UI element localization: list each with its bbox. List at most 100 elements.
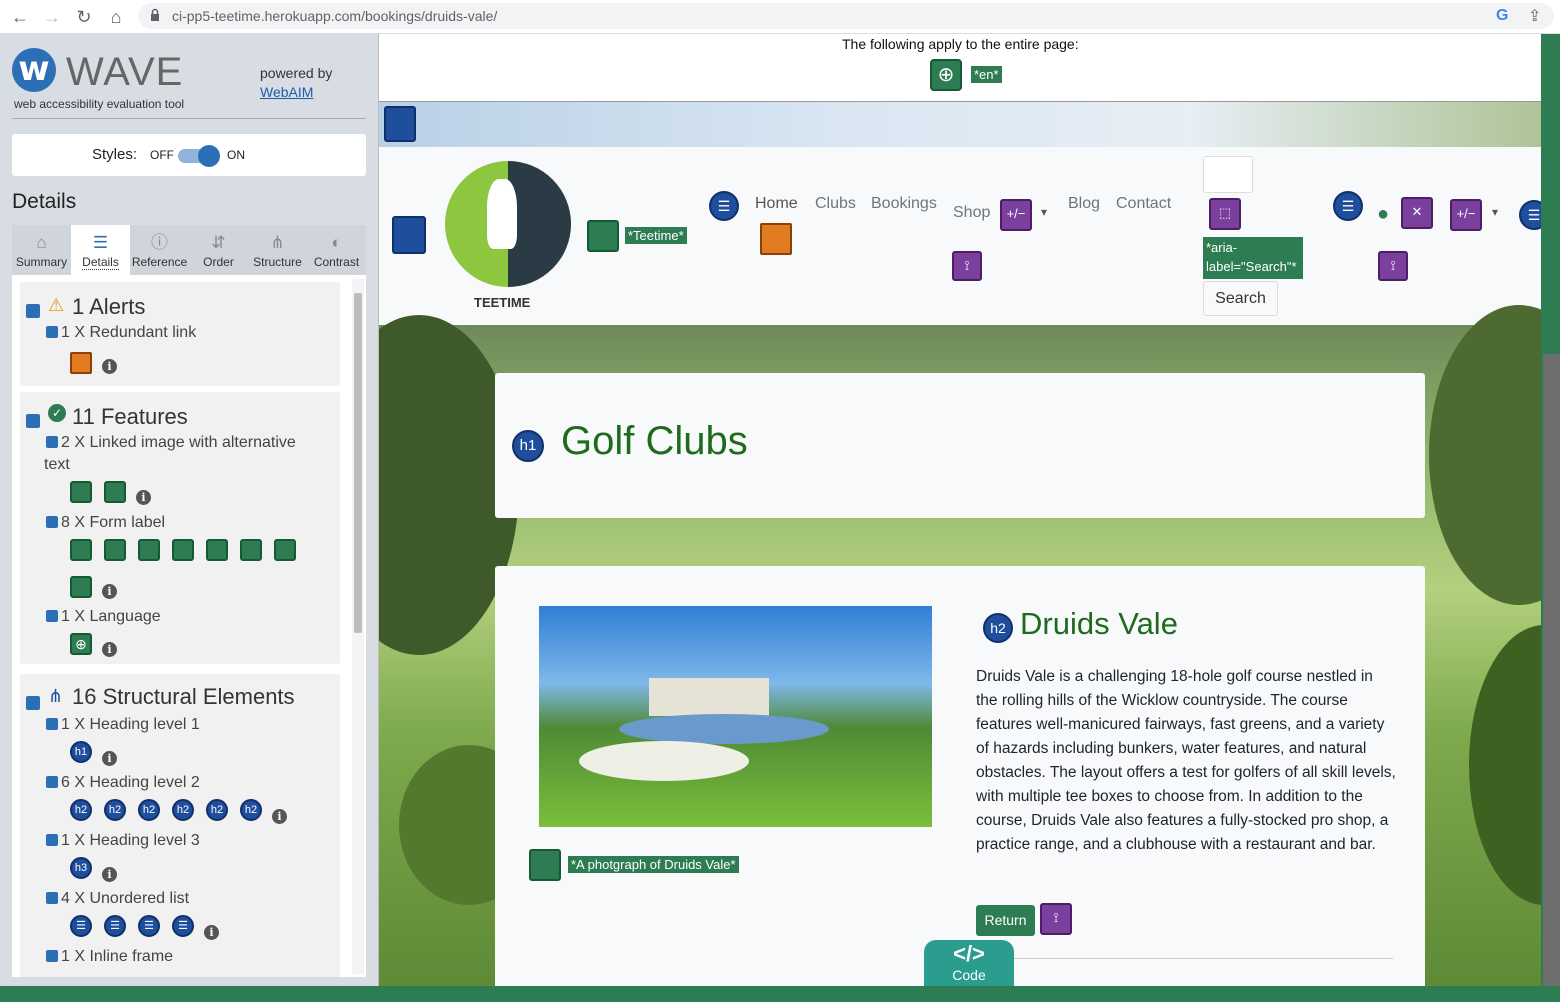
info-icon[interactable]: i <box>102 584 117 599</box>
info-icon[interactable]: i <box>102 642 117 657</box>
list-icon[interactable]: ☰ <box>709 191 739 221</box>
form-label-tag-icon[interactable] <box>104 539 126 561</box>
info-icon[interactable]: i <box>102 359 117 374</box>
linked-image-icon[interactable] <box>70 481 92 503</box>
nav-contact[interactable]: Contact <box>1116 195 1171 213</box>
linked-image-icon[interactable] <box>587 220 619 252</box>
expand-collapse-icon[interactable]: +/− <box>1450 199 1482 231</box>
info-icon[interactable]: i <box>102 867 117 882</box>
reload-icon[interactable]: ↻ <box>72 5 96 29</box>
nav-blog[interactable]: Blog <box>1068 195 1100 213</box>
webaim-link[interactable]: WebAIM <box>260 84 313 100</box>
alerts-checkbox[interactable] <box>26 304 40 318</box>
aria-icon[interactable]: ⟟ <box>1040 903 1072 935</box>
search-button[interactable]: Search <box>1203 281 1278 316</box>
h2-icon[interactable]: h2 <box>70 799 92 821</box>
form-label-tag-icon[interactable] <box>274 539 296 561</box>
photo-alt-label: *A photgraph of Druids Vale* <box>568 856 739 873</box>
search-input[interactable] <box>1203 156 1253 193</box>
document-icon[interactable] <box>384 106 416 142</box>
expand-collapse-icon[interactable]: +/− <box>1000 199 1032 231</box>
aria-hidden-icon[interactable]: ✕ <box>1401 197 1433 229</box>
home-icon[interactable]: ⌂ <box>104 5 128 29</box>
info-icon[interactable]: i <box>102 751 117 766</box>
caret-down-icon[interactable]: ▾ <box>1041 205 1047 219</box>
powered-by: powered by WebAIM <box>260 64 332 102</box>
tab-reference[interactable]: ⓘ Reference <box>130 225 189 275</box>
h2-icon[interactable]: h2 <box>172 799 194 821</box>
header-region-icon[interactable] <box>392 216 426 254</box>
inline-frame-checkbox[interactable] <box>46 949 58 962</box>
linked-image-icon[interactable] <box>104 481 126 503</box>
nav-clubs[interactable]: Clubs <box>815 195 856 213</box>
info-icon[interactable]: i <box>204 925 219 940</box>
tab-details[interactable]: ☰ Details <box>71 225 130 275</box>
redundant-link-icon[interactable] <box>70 352 92 374</box>
list-icon[interactable]: ☰ <box>70 915 92 937</box>
code-toggle-tab[interactable]: </> Code <box>924 940 1014 986</box>
h2-icon[interactable]: h2 <box>240 799 262 821</box>
h3-icon[interactable]: h3 <box>70 857 92 879</box>
back-arrow-icon[interactable]: ← <box>8 5 32 29</box>
language-globe-icon[interactable]: ⊕ <box>930 59 962 91</box>
panel-scrollbar[interactable] <box>352 279 364 974</box>
caret-down-icon[interactable]: ▾ <box>1492 205 1498 219</box>
h1-icon[interactable]: h1 <box>70 741 92 763</box>
list-icon[interactable]: ☰ <box>138 915 160 937</box>
styles-toggle-knob[interactable] <box>198 145 220 167</box>
aria-icon[interactable]: ⟟ <box>1378 251 1408 281</box>
bottom-bar <box>0 986 1560 1002</box>
linked-image-icon[interactable] <box>529 849 561 881</box>
h1-icon[interactable]: h1 <box>512 430 544 462</box>
teetime-logo[interactable] <box>445 161 571 287</box>
styles-on-label: ON <box>227 148 245 162</box>
address-bar[interactable]: ci-pp5-teetime.herokuapp.com/bookings/dr… <box>138 3 1554 29</box>
list-icon[interactable]: ☰ <box>172 915 194 937</box>
list-icon[interactable]: ☰ <box>1333 191 1363 221</box>
page-scrollbar[interactable] <box>1541 34 1560 986</box>
tab-contrast[interactable]: ◐ Contrast <box>307 225 366 275</box>
form-label-checkbox[interactable] <box>46 515 58 528</box>
h2-icon[interactable]: h2 <box>138 799 160 821</box>
list-icon[interactable]: ☰ <box>104 915 126 937</box>
tab-structure[interactable]: ⋔ Structure <box>248 225 307 275</box>
form-label-tag-icon[interactable] <box>206 539 228 561</box>
h2-icon[interactable]: h2 <box>104 799 126 821</box>
structure-checkbox[interactable] <box>26 696 40 710</box>
unordered-list-checkbox[interactable] <box>46 891 58 904</box>
heading-3-checkbox[interactable] <box>46 833 58 846</box>
nav-home[interactable]: Home <box>755 195 798 213</box>
forward-arrow-icon[interactable]: → <box>40 5 64 29</box>
language-label: *en* <box>971 66 1002 83</box>
heading-1-checkbox[interactable] <box>46 717 58 730</box>
form-label-tag-icon[interactable] <box>70 539 92 561</box>
nav-bookings[interactable]: Bookings <box>871 195 937 213</box>
language-globe-icon[interactable]: ⊕ <box>70 633 92 655</box>
structure-icon: ⋔ <box>48 686 64 706</box>
google-icon[interactable]: G <box>1496 7 1508 25</box>
form-label-tag-icon[interactable] <box>240 539 262 561</box>
list-icon[interactable]: ☰ <box>1519 200 1541 230</box>
linked-image-checkbox[interactable] <box>46 435 58 448</box>
form-label-tag-icon[interactable] <box>70 576 92 598</box>
language-checkbox[interactable] <box>46 609 58 622</box>
return-button[interactable]: Return <box>976 905 1035 936</box>
heading-2-checkbox[interactable] <box>46 775 58 788</box>
aria-label-icon[interactable]: ⬚ <box>1209 198 1241 230</box>
scrollbar-thumb[interactable] <box>354 293 362 633</box>
tab-summary[interactable]: ⌂ Summary <box>12 225 71 275</box>
redundant-link-checkbox[interactable] <box>46 325 58 338</box>
aria-icon[interactable]: ⟟ <box>952 251 982 281</box>
user-icon[interactable]: ● <box>1377 203 1389 226</box>
redundant-link-icon[interactable] <box>760 223 792 255</box>
form-label-tag-icon[interactable] <box>172 539 194 561</box>
h2-icon[interactable]: h2 <box>983 613 1013 643</box>
info-icon[interactable]: i <box>136 490 151 505</box>
h2-icon[interactable]: h2 <box>206 799 228 821</box>
features-checkbox[interactable] <box>26 414 40 428</box>
nav-shop[interactable]: Shop <box>953 204 990 222</box>
share-icon[interactable]: ⇪ <box>1528 6 1541 26</box>
form-label-tag-icon[interactable] <box>138 539 160 561</box>
tab-order[interactable]: ⇵ Order <box>189 225 248 275</box>
info-icon[interactable]: i <box>272 809 287 824</box>
